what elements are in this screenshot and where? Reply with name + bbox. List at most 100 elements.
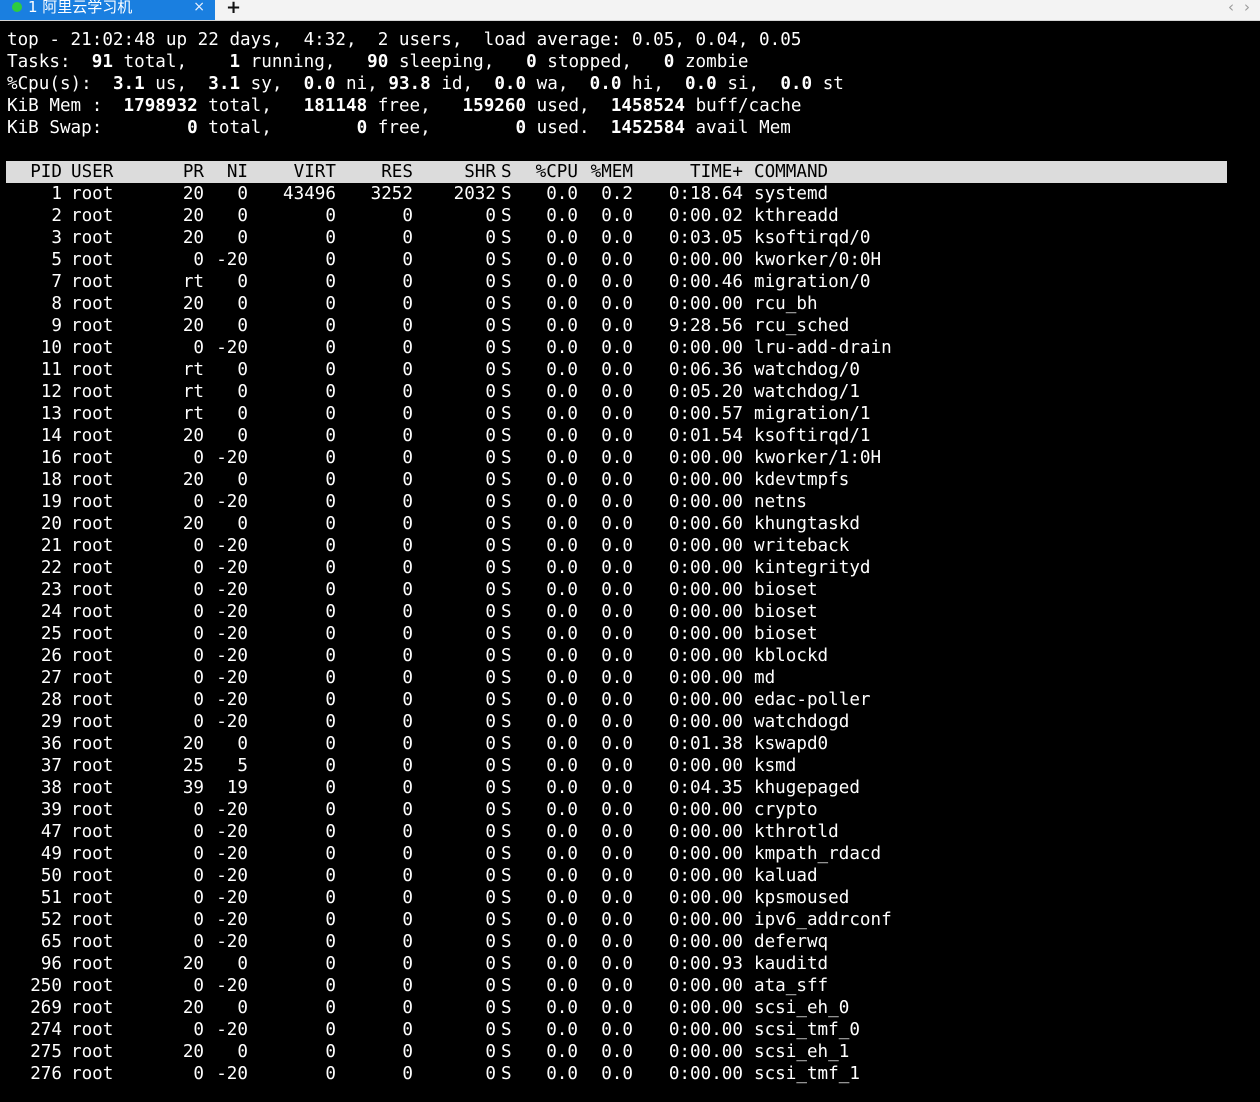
cell-virt: 0 <box>325 712 336 732</box>
cell-command: watchdogd <box>754 712 850 732</box>
table-row: 50 root 0 -20 0 0 0 S 0.0 0.0 0:00.00 kaluad <box>6 865 1227 887</box>
cell-command: ksoftirqd/1 <box>754 426 871 446</box>
cell-mem: 0.0 <box>601 778 633 798</box>
cell-user: root <box>71 448 114 468</box>
cell-mem: 0.0 <box>601 646 633 666</box>
cell-command: kauditd <box>754 954 829 974</box>
cell-cpu: 0.0 <box>546 734 578 754</box>
tab-scroll-controls: ‹ › <box>1218 0 1250 16</box>
cell-command: rcu_bh <box>754 294 818 314</box>
cell-cpu: 0.0 <box>546 1020 578 1040</box>
cell-time: 0:00.00 <box>668 338 743 358</box>
cell-user: root <box>71 998 114 1018</box>
cell-command: kworker/0:0H <box>754 250 882 270</box>
cell-time: 0:00.00 <box>668 800 743 820</box>
close-tab-icon[interactable]: × <box>193 0 205 16</box>
cell-time: 0:05.20 <box>668 382 743 402</box>
cell-virt: 0 <box>325 976 336 996</box>
cell-ni: -20 <box>216 558 248 578</box>
cell-command: scsi_tmf_1 <box>754 1064 860 1084</box>
cell-shr: 0 <box>485 998 496 1018</box>
terminal-output[interactable]: top - 21:02:48 up 22 days, 4:32, 2 users… <box>0 21 1260 1102</box>
cell-time: 0:00.60 <box>668 514 743 534</box>
cell-virt: 0 <box>325 558 336 578</box>
cell-res: 0 <box>402 294 413 314</box>
cell-cpu: 0.0 <box>546 690 578 710</box>
table-row: 49 root 0 -20 0 0 0 S 0.0 0.0 0:00.00 kmpath_rdacd <box>6 843 1227 865</box>
session-tab[interactable]: 1 阿里云学习机 × <box>0 0 215 20</box>
cell-command: ksmd <box>754 756 797 776</box>
cell-mem: 0.0 <box>601 536 633 556</box>
cell-command: ata_sff <box>754 976 829 996</box>
cell-ni: 5 <box>237 756 248 776</box>
connection-status-icon <box>12 2 22 12</box>
cell-shr: 0 <box>485 932 496 952</box>
cell-pid: 29 <box>40 712 62 732</box>
cell-s: S <box>501 338 512 358</box>
cell-res: 0 <box>402 1042 413 1062</box>
top-summary-line: top - 21:02:48 up 22 days, 4:32, 2 users… <box>7 30 802 50</box>
cell-cpu: 0.0 <box>546 558 578 578</box>
cell-res: 0 <box>402 668 413 688</box>
cell-virt: 0 <box>325 536 336 556</box>
cell-pr: rt <box>182 360 204 380</box>
table-row: 14 root 20 0 0 0 0 S 0.0 0.0 0:01.54 ksoftirqd/1 <box>6 425 1227 447</box>
cell-time: 0:00.00 <box>668 1042 743 1062</box>
cell-pr: rt <box>182 382 204 402</box>
cell-virt: 0 <box>325 360 336 380</box>
scroll-left-icon[interactable]: ‹ <box>1228 0 1234 16</box>
cell-time: 0:01.38 <box>668 734 743 754</box>
cell-time: 0:00.00 <box>668 910 743 930</box>
cell-user: root <box>71 580 114 600</box>
cell-time: 0:00.00 <box>668 866 743 886</box>
table-row: 1 root 20 0 43496 3252 2032 S 0.0 0.2 0:18.64 syste… <box>6 183 1227 205</box>
cell-res: 0 <box>402 470 413 490</box>
cell-virt: 0 <box>325 646 336 666</box>
cell-pr: 20 <box>182 294 204 314</box>
cell-cpu: 0.0 <box>546 228 578 248</box>
new-tab-button[interactable]: + <box>226 0 241 18</box>
cell-virt: 0 <box>325 448 336 468</box>
scroll-right-icon[interactable]: › <box>1244 0 1250 16</box>
cell-pid: 47 <box>40 822 62 842</box>
table-row: 21 root 0 -20 0 0 0 S 0.0 0.0 0:00.00 writeback <box>6 535 1227 557</box>
cell-command: watchdog/0 <box>754 360 860 380</box>
cell-cpu: 0.0 <box>546 910 578 930</box>
cell-ni: -20 <box>216 668 248 688</box>
cell-cpu: 0.0 <box>546 800 578 820</box>
cell-ni: -20 <box>216 1020 248 1040</box>
cell-mem: 0.0 <box>601 514 633 534</box>
cell-s: S <box>501 844 512 864</box>
cell-virt: 0 <box>325 404 336 424</box>
cell-time: 0:04.35 <box>668 778 743 798</box>
cell-pr: 39 <box>182 778 204 798</box>
cell-ni: -20 <box>216 822 248 842</box>
cell-mem: 0.0 <box>601 426 633 446</box>
cell-mem: 0.2 <box>601 184 633 204</box>
cell-user: root <box>71 206 114 226</box>
table-row: 2 root 20 0 0 0 0 S 0.0 0.0 0:00.02 kthreadd <box>6 205 1227 227</box>
cell-pr: 20 <box>182 228 204 248</box>
cell-s: S <box>501 976 512 996</box>
cell-command: kintegrityd <box>754 558 871 578</box>
cell-s: S <box>501 668 512 688</box>
cell-command: kdevtmpfs <box>754 470 850 490</box>
cell-mem: 0.0 <box>601 668 633 688</box>
cell-pr: 0 <box>193 250 204 270</box>
cell-cpu: 0.0 <box>546 448 578 468</box>
cell-user: root <box>71 492 114 512</box>
cell-user: root <box>71 976 114 996</box>
cell-time: 0:00.00 <box>668 580 743 600</box>
table-row: 8 root 20 0 0 0 0 S 0.0 0.0 0:00.00 rcu_bh <box>6 293 1227 315</box>
cell-command: kblockd <box>754 646 829 666</box>
cell-s: S <box>501 888 512 908</box>
cell-user: root <box>71 778 114 798</box>
cell-ni: 0 <box>237 382 248 402</box>
cell-s: S <box>501 470 512 490</box>
cell-command: kworker/1:0H <box>754 448 882 468</box>
cell-shr: 0 <box>485 756 496 776</box>
cell-user: root <box>71 404 114 424</box>
swap-line: KiB Swap: 0 total, 0 free, 0 used. 14525… <box>7 118 791 138</box>
cell-ni: 0 <box>237 426 248 446</box>
cell-ni: 19 <box>226 778 248 798</box>
